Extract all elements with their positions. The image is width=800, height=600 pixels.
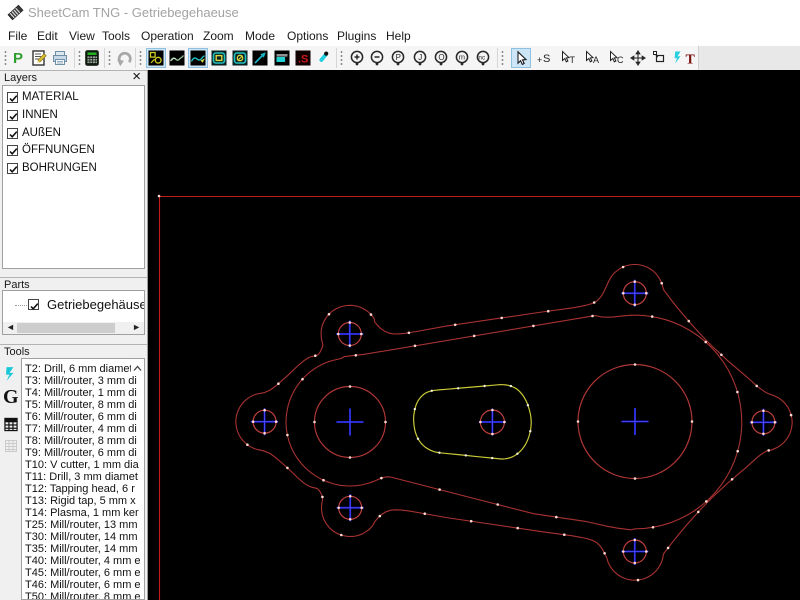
svg-text:C: C [617, 55, 624, 65]
svg-text:T: T [570, 55, 576, 65]
svg-text:.S: .S [298, 54, 308, 66]
svg-text:T: T [686, 53, 696, 67]
svg-text:P: P [396, 53, 401, 62]
svg-text:S: S [543, 53, 550, 65]
svg-text:m: m [459, 53, 465, 62]
svg-text:+: + [537, 55, 542, 65]
svg-text:A: A [593, 55, 599, 65]
svg-text:J: J [418, 53, 422, 62]
svg-text:O: O [438, 53, 444, 62]
svg-text:nc: nc [478, 54, 486, 61]
